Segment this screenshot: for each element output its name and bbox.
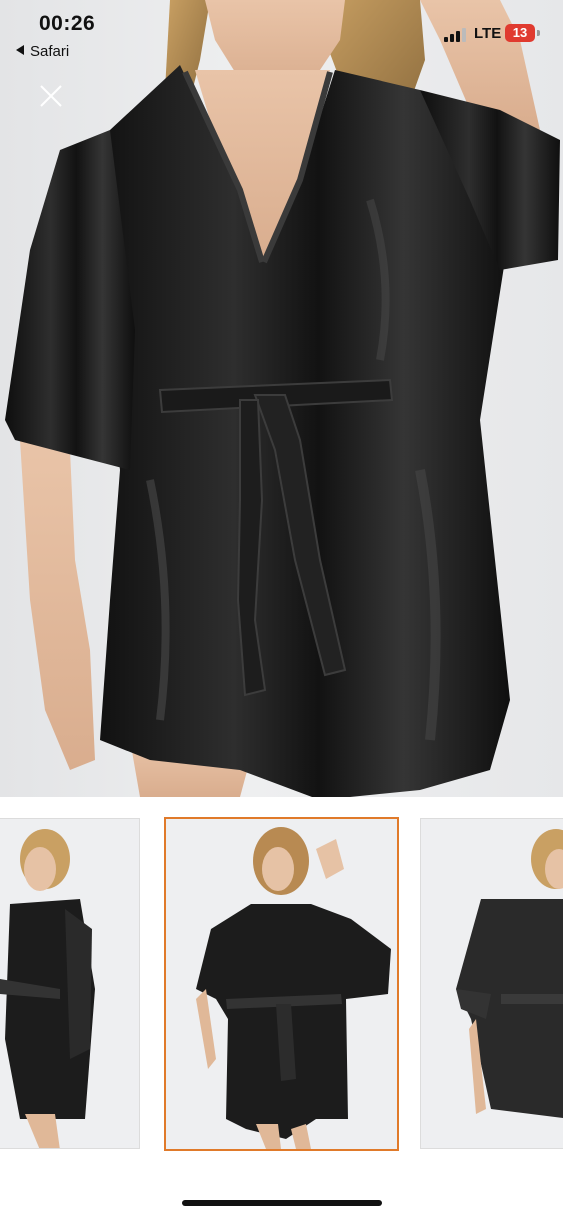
thumbnail-2[interactable] xyxy=(164,817,399,1151)
product-main-image[interactable] xyxy=(0,0,563,797)
back-app-label: Safari xyxy=(30,43,70,60)
home-indicator[interactable] xyxy=(182,1200,382,1206)
robe-photo xyxy=(5,0,560,797)
thumbnail-photo xyxy=(456,829,563,1118)
battery-tip xyxy=(537,30,540,36)
status-bar: 00:26 Safari LTE 13 xyxy=(0,0,563,70)
back-arrow-icon xyxy=(16,45,24,55)
back-to-safari-button[interactable]: Safari xyxy=(16,43,69,60)
cellular-signal-icon xyxy=(444,26,466,42)
close-icon[interactable] xyxy=(38,83,64,109)
thumbnail-photo xyxy=(196,827,391,1149)
thumbnail-1[interactable] xyxy=(0,818,140,1149)
thumbnail-3[interactable] xyxy=(420,818,563,1149)
network-type: LTE xyxy=(474,25,502,42)
battery-icon: 13 xyxy=(505,24,535,42)
clock: 00:26 xyxy=(39,12,96,35)
thumbnail-photo xyxy=(0,829,95,1148)
